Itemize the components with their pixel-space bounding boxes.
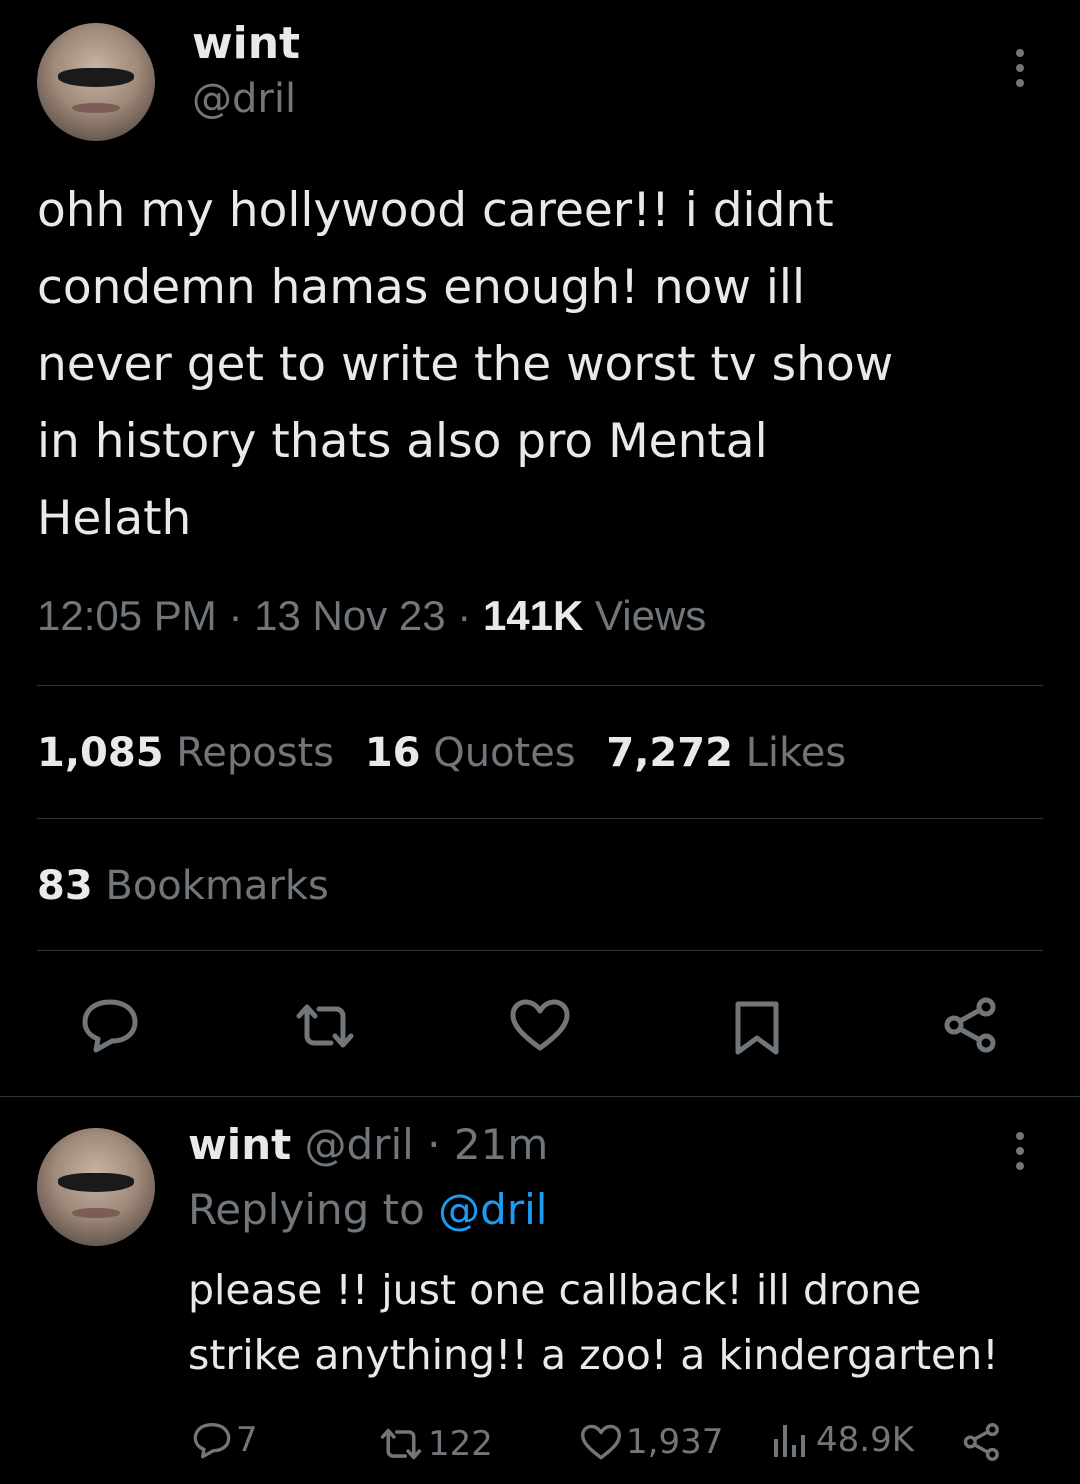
views-label: Views (595, 592, 707, 639)
reply-handle[interactable]: @dril (305, 1120, 414, 1169)
tweet-text-line: ohh my hollywood career!! i didnt (37, 183, 834, 238)
repost-icon[interactable] (293, 1002, 357, 1050)
author-avatar[interactable] (37, 23, 155, 141)
likes-stat[interactable]: 7,272 Likes (606, 730, 846, 776)
repost-icon (378, 1427, 424, 1461)
reply-views-action[interactable]: 48.9K (772, 1420, 914, 1460)
reply-more-options-icon[interactable] (1015, 1132, 1025, 1170)
replying-to: Replying to @dril (188, 1185, 547, 1234)
tweet-text-line: Helath (37, 491, 192, 546)
tweet-text-line: in history thats also pro Mental (37, 414, 768, 469)
tweet-text: ohh my hollywood career!! i didnt condem… (37, 172, 1047, 557)
quotes-label: Quotes (433, 730, 576, 776)
reply-likes-count: 1,937 (626, 1422, 724, 1462)
reply-display-name[interactable]: wint (188, 1120, 291, 1169)
tweet-date[interactable]: 13 Nov 23 (254, 592, 445, 639)
like-icon[interactable] (509, 998, 571, 1052)
divider (37, 950, 1043, 951)
reply-icon (192, 1420, 232, 1460)
bookmarks-count: 83 (37, 863, 93, 909)
meta-separator: · (228, 592, 243, 639)
reposts-count: 1,085 (37, 730, 164, 776)
reposts-label: Reposts (176, 730, 335, 776)
reply-reposts-count: 122 (428, 1424, 493, 1464)
tweet-text-line: condemn hamas enough! now ill (37, 260, 805, 315)
more-options-icon[interactable] (1015, 49, 1025, 87)
reply-age[interactable]: 21m (454, 1120, 548, 1169)
bookmark-icon[interactable] (733, 1000, 781, 1056)
tweet-meta: 12:05 PM · 13 Nov 23 · 141K Views (37, 592, 706, 640)
reply-replies-action[interactable]: 7 (192, 1420, 258, 1460)
replying-to-label: Replying to (188, 1185, 425, 1234)
author-display-name[interactable]: wint (192, 18, 300, 69)
bookmarks-stat[interactable]: 83 Bookmarks (37, 863, 329, 909)
share-icon[interactable] (942, 996, 1000, 1054)
reposts-stat[interactable]: 1,085 Reposts (37, 730, 347, 776)
tweet-time[interactable]: 12:05 PM (37, 592, 217, 639)
reply-icon[interactable] (80, 996, 140, 1054)
bookmarks-label: Bookmarks (105, 863, 329, 909)
avatar-mouth (72, 1208, 120, 1218)
reply-share-icon[interactable] (962, 1422, 1002, 1462)
likes-count: 7,272 (606, 730, 733, 776)
avatar-glasses (58, 67, 134, 87)
meta-separator: · (427, 1120, 441, 1169)
views-count: 141K (482, 592, 584, 639)
reply-header: wint @dril · 21m (188, 1120, 548, 1169)
reply-replies-count: 7 (236, 1420, 258, 1460)
author-handle[interactable]: @dril (192, 76, 296, 122)
reply-text-line: strike anything!! a zoo! a kindergarten! (188, 1331, 999, 1379)
replying-to-handle[interactable]: @dril (438, 1185, 547, 1234)
meta-separator: · (457, 592, 472, 639)
quotes-stat[interactable]: 16 Quotes (365, 730, 589, 776)
tweet-text-line: never get to write the worst tv show (37, 337, 894, 392)
views-icon (772, 1421, 808, 1459)
reply-text-line: please !! just one callback! ill drone (188, 1266, 922, 1314)
avatar-mouth (72, 103, 120, 113)
reply-reposts-action[interactable]: 122 (378, 1424, 493, 1464)
likes-label: Likes (745, 730, 847, 776)
reply-views-count: 48.9K (816, 1420, 914, 1460)
reply-avatar[interactable] (37, 1128, 155, 1246)
tweet-stats: 1,085 Reposts 16 Quotes 7,272 Likes (37, 730, 846, 776)
divider (37, 818, 1043, 819)
reply-text: please !! just one callback! ill drone s… (188, 1258, 1068, 1388)
quotes-count: 16 (364, 730, 421, 776)
divider (37, 685, 1043, 686)
reply-likes-action[interactable]: 1,937 (580, 1422, 723, 1462)
like-icon (580, 1423, 622, 1461)
avatar-glasses (58, 1172, 134, 1192)
section-divider (0, 1096, 1080, 1097)
